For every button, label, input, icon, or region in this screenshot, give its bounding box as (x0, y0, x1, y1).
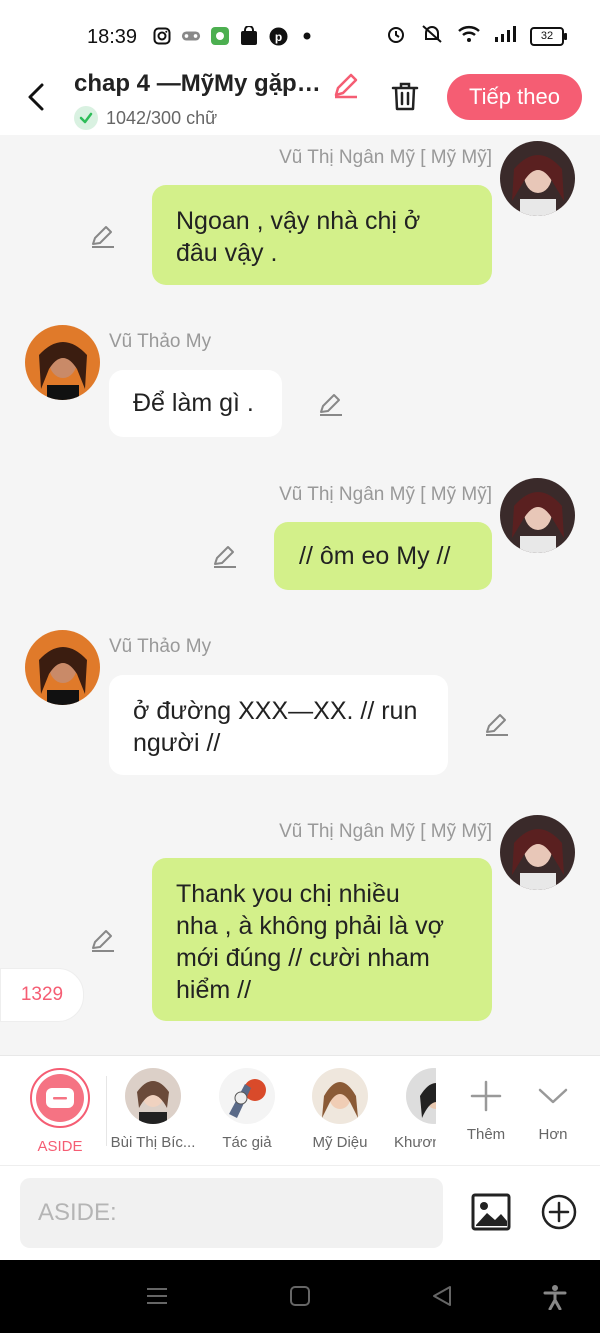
edit-pen-icon[interactable] (318, 391, 344, 417)
back-arrow-icon[interactable] (24, 82, 50, 112)
edit-title-icon[interactable] (332, 71, 360, 99)
shopping-bag-icon (239, 26, 259, 46)
avatar-thao-my[interactable] (25, 325, 100, 400)
message-line: // ôm eo My // (299, 542, 451, 570)
character-avatar (312, 1068, 368, 1124)
message-line: ở đường XXX—XX. // run (133, 697, 418, 725)
game-controller-icon (181, 26, 201, 46)
message-line: hiểm // (176, 976, 252, 1004)
message-input[interactable] (20, 1178, 443, 1248)
avatar-ngan-my[interactable] (500, 478, 575, 553)
next-button[interactable]: Tiếp theo (447, 74, 582, 120)
character-bui-thi-bich[interactable]: Bùi Thị Bíc... (108, 1068, 198, 1151)
character-avatar (406, 1068, 436, 1124)
chat-bubble-icon (36, 1074, 84, 1122)
message-bubble[interactable]: Ngoan , vậy nhà chị ở đâu vậy . (152, 185, 492, 285)
edit-pen-icon[interactable] (212, 543, 238, 569)
message-bubble[interactable]: ở đường XXX—XX. // run người // (109, 675, 448, 775)
character-label: Mỹ Diệu (312, 1134, 368, 1151)
character-label: Bùi Thị Bíc... (110, 1134, 196, 1151)
alarm-icon (386, 24, 406, 49)
more-button[interactable]: Hơn (508, 1068, 598, 1143)
word-count: 1042/300 chữ (74, 106, 217, 130)
status-time: 18:39 (87, 26, 138, 48)
pinterest-icon: p (268, 26, 288, 46)
character-aside[interactable]: ASIDE (15, 1068, 105, 1155)
message-bubble[interactable]: Để làm gì . (109, 370, 282, 437)
avatar-ngan-my[interactable] (500, 141, 575, 216)
system-nav-bar (0, 1260, 600, 1333)
image-icon[interactable] (471, 1193, 511, 1231)
divider (106, 1076, 107, 1146)
status-bar: 18:39 p 32 (0, 0, 600, 70)
character-label: Tác giả (222, 1134, 272, 1151)
edit-pen-icon[interactable] (484, 711, 510, 737)
message-line: Ngoan , vậy nhà chị ở (176, 207, 421, 235)
speaker-name: Vũ Thảo My (109, 636, 212, 657)
input-bar (0, 1165, 600, 1261)
chat-area: Vũ Thị Ngân Mỹ [ Mỹ Mỹ] Ngoan , vậy nhà … (0, 135, 600, 1055)
dot-icon (297, 26, 317, 46)
wifi-icon (458, 25, 480, 48)
menu-icon[interactable] (145, 1284, 171, 1310)
svg-text:p: p (274, 30, 281, 44)
message-line: đâu vậy . (176, 239, 278, 267)
character-my-dieu[interactable]: Mỹ Diệu (295, 1068, 385, 1151)
status-system: 32 (386, 24, 567, 49)
speaker-name: Vũ Thị Ngân Mỹ [ Mỹ Mỹ] (279, 147, 492, 168)
home-icon[interactable] (288, 1284, 314, 1310)
check-icon (74, 106, 98, 130)
word-count-text: 1042/300 chữ (106, 107, 218, 128)
signal-icon (494, 25, 516, 48)
edit-pen-icon[interactable] (90, 223, 116, 249)
message-bubble[interactable]: // ôm eo My // (274, 522, 492, 590)
character-avatar (125, 1068, 181, 1124)
edit-pen-icon[interactable] (90, 927, 116, 953)
speaker-name: Vũ Thị Ngân Mỹ [ Mỹ Mỹ] (279, 484, 492, 505)
message-counter[interactable]: 1329 (0, 968, 84, 1022)
editor-header: chap 4 —MỹMy gặp… 1042/300 chữ Tiếp theo (0, 70, 600, 135)
trash-icon[interactable] (390, 80, 420, 112)
speaker-name: Vũ Thảo My (109, 331, 212, 352)
message-line: người // (133, 729, 221, 757)
character-khuong[interactable]: Khươn (390, 1068, 436, 1151)
app-icon (210, 26, 230, 46)
message-line: Để làm gì . (133, 389, 254, 417)
character-avatar (219, 1068, 275, 1124)
status-notifications: p (152, 26, 317, 46)
character-label: ASIDE (37, 1138, 83, 1155)
more-label: Hơn (538, 1126, 568, 1143)
character-tac-gia[interactable]: Tác giả (202, 1068, 292, 1151)
avatar-thao-my[interactable] (25, 630, 100, 705)
chevron-down-icon (508, 1068, 598, 1124)
character-selector: ASIDE Bùi Thị Bíc... Tác giả Mỹ Diệu Khư… (0, 1055, 600, 1166)
accessibility-icon[interactable] (542, 1284, 568, 1311)
character-label: Khươn (394, 1134, 436, 1151)
avatar-ngan-my[interactable] (500, 815, 575, 890)
nav-back-icon[interactable] (430, 1284, 456, 1310)
battery-icon: 32 (530, 27, 567, 46)
speaker-name: Vũ Thị Ngân Mỹ [ Mỹ Mỹ] (279, 821, 492, 842)
plus-circle-icon[interactable] (541, 1194, 577, 1230)
mute-icon (420, 24, 444, 49)
instagram-icon (152, 26, 172, 46)
chapter-title[interactable]: chap 4 —MỹMy gặp… (74, 70, 326, 98)
aside-avatar (30, 1068, 90, 1128)
message-line: mới đúng // cười nham (176, 944, 430, 972)
message-bubble[interactable]: Thank you chị nhiều nha , à không phải l… (152, 858, 492, 1021)
message-line: nha , à không phải là vợ (176, 912, 444, 940)
message-line: Thank you chị nhiều (176, 880, 400, 908)
